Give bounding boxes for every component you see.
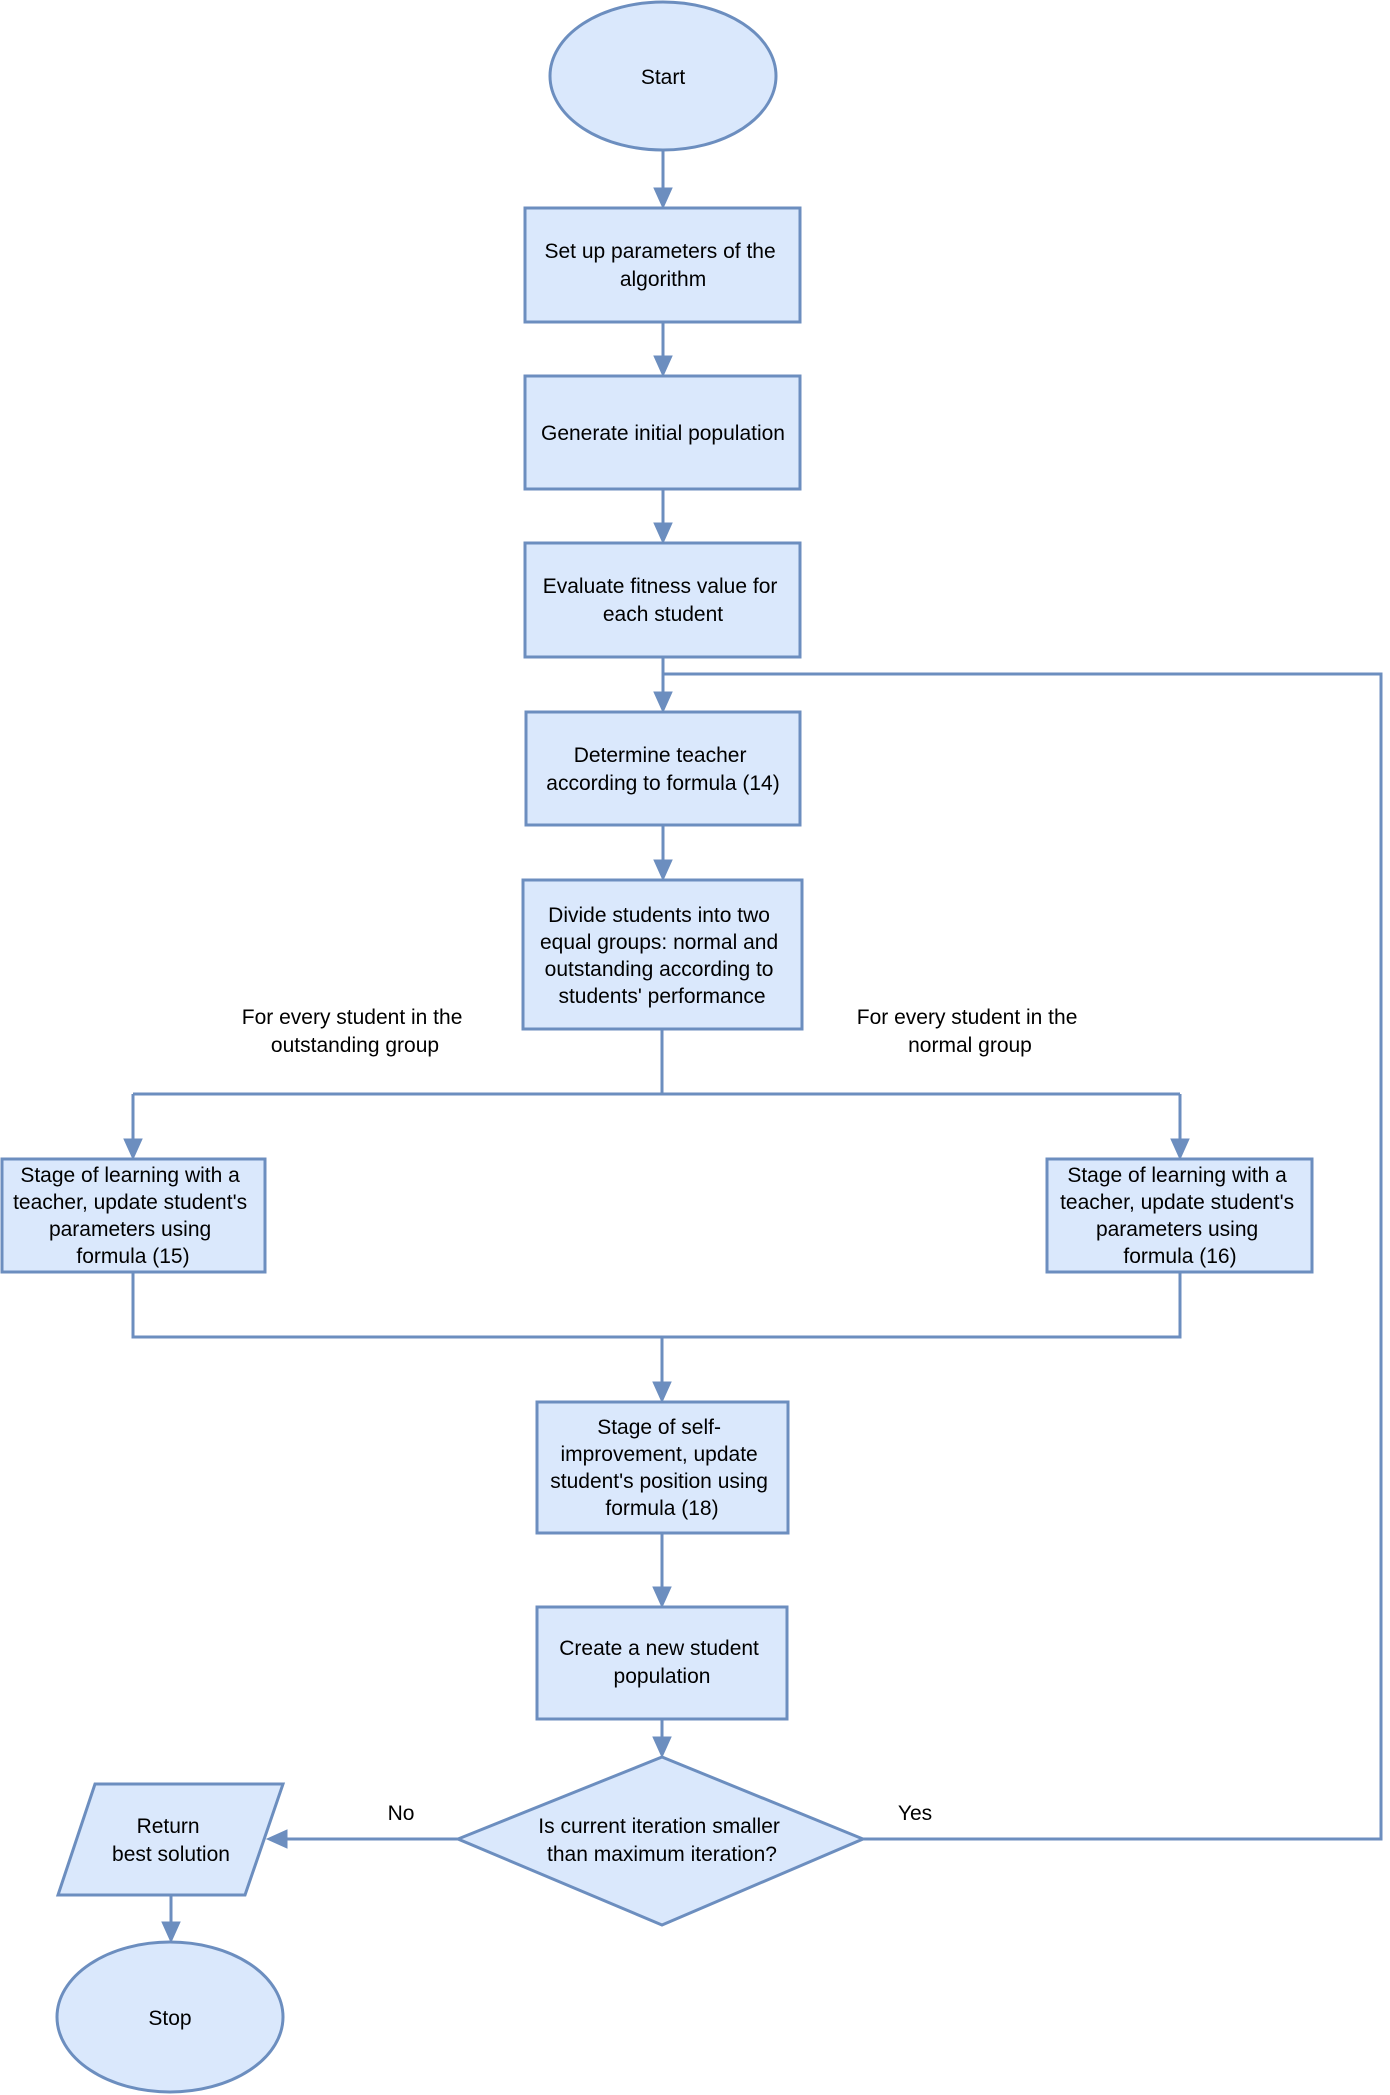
arrowhead-icon bbox=[652, 1381, 672, 1404]
node-label-line: students' performance bbox=[558, 985, 765, 1008]
node-label-line: Start bbox=[641, 66, 686, 89]
node-label: Stop bbox=[148, 2007, 191, 2030]
flowchart-canvas: Start Set up parameters of the algorithm… bbox=[0, 0, 1383, 2094]
node-evaluate: Evaluate fitness value for each student bbox=[523, 541, 802, 659]
arrowhead-icon bbox=[653, 355, 673, 378]
edge-stages-merge bbox=[131, 1272, 1182, 1390]
arrowhead-icon bbox=[652, 1736, 672, 1759]
arrowhead-icon bbox=[653, 187, 673, 210]
node-stop: Stop bbox=[55, 1940, 285, 2094]
node-label-line: outstanding according to bbox=[545, 958, 774, 981]
arrowhead-icon bbox=[652, 1586, 672, 1609]
branch-label-normal: For every student in the normal group bbox=[857, 1006, 1083, 1057]
node-label-line: improvement, update bbox=[560, 1443, 757, 1466]
arrowhead-icon bbox=[265, 1829, 288, 1849]
node-label-line: equal groups: normal and bbox=[540, 931, 778, 954]
process-box bbox=[523, 541, 802, 659]
arrowhead-icon bbox=[653, 859, 673, 882]
edge-label-line: For every student in the bbox=[857, 1006, 1078, 1029]
process-box bbox=[523, 206, 802, 324]
node-stage-normal: Stage of learning with a teacher, update… bbox=[1045, 1157, 1314, 1274]
node-label-line: Stage of self- bbox=[597, 1416, 721, 1439]
node-divide: Divide students into two equal groups: n… bbox=[521, 878, 804, 1031]
edge-label-line: normal group bbox=[908, 1034, 1032, 1057]
branch-label-outstanding: For every student in the outstanding gro… bbox=[242, 1006, 468, 1057]
node-generate: Generate initial population bbox=[523, 374, 802, 491]
node-setup: Set up parameters of the algorithm bbox=[523, 206, 802, 324]
node-label-line: Is current iteration smaller bbox=[538, 1815, 780, 1838]
node-label: Start bbox=[641, 66, 686, 89]
node-label-line: parameters using bbox=[1096, 1218, 1258, 1241]
decision-diamond bbox=[454, 1755, 867, 1927]
node-label-line: Determine teacher bbox=[574, 744, 747, 767]
node-label-line: Evaluate fitness value for bbox=[543, 575, 778, 598]
node-label-line: formula (18) bbox=[605, 1497, 718, 1520]
edge-label: For every student in the normal group bbox=[857, 1006, 1083, 1057]
node-start: Start bbox=[548, 0, 778, 152]
edge-label-yes: Yes bbox=[898, 1802, 932, 1825]
node-label-line: parameters using bbox=[49, 1218, 211, 1241]
edge-label-line: outstanding group bbox=[271, 1034, 439, 1057]
node-label-line: according to formula (14) bbox=[546, 772, 779, 795]
decision-label-yes: Yes bbox=[898, 1802, 932, 1825]
node-label-line: teacher, update student's bbox=[1060, 1191, 1294, 1214]
node-self-improve: Stage of self- improvement, update stude… bbox=[535, 1400, 790, 1535]
node-determine: Determine teacher according to formula (… bbox=[524, 710, 802, 827]
node-new-population: Create a new student population bbox=[535, 1605, 789, 1721]
node-label-line: each student bbox=[603, 603, 723, 626]
node-label-line: population bbox=[614, 1665, 711, 1688]
arrowhead-icon bbox=[123, 1138, 143, 1161]
output-parallelogram bbox=[55, 1782, 286, 1897]
node-label-line: than maximum iteration? bbox=[547, 1843, 777, 1866]
arrowhead-icon bbox=[653, 522, 673, 545]
node-label-line: Stage of learning with a bbox=[1067, 1164, 1287, 1187]
arrowhead-icon bbox=[653, 691, 673, 714]
edge-label: For every student in the outstanding gro… bbox=[242, 1006, 468, 1057]
arrowhead-icon bbox=[1170, 1138, 1190, 1161]
edge-label-no: No bbox=[388, 1802, 415, 1825]
node-label-line: Stop bbox=[148, 2007, 191, 2030]
arrowhead-icon bbox=[161, 1921, 181, 1944]
node-return: Return best solution bbox=[55, 1782, 286, 1897]
node-label-line: Divide students into two bbox=[548, 904, 770, 927]
node-label-line: Return bbox=[137, 1815, 200, 1838]
decision-label-no: No bbox=[388, 1802, 415, 1825]
node-label-line: Generate initial population bbox=[541, 422, 785, 445]
node-label-line: student's position using bbox=[550, 1470, 768, 1493]
edge-label-line: For every student in the bbox=[242, 1006, 463, 1029]
node-label: Generate initial population bbox=[541, 422, 785, 445]
node-label-line: Stage of learning with a bbox=[20, 1164, 240, 1187]
node-label-line: formula (15) bbox=[76, 1245, 189, 1268]
process-box bbox=[524, 710, 802, 827]
node-label-line: best solution bbox=[112, 1843, 230, 1866]
node-decision: Is current iteration smaller than maximu… bbox=[454, 1755, 867, 1927]
process-box bbox=[535, 1605, 789, 1721]
node-stage-outstanding: Stage of learning with a teacher, update… bbox=[0, 1157, 267, 1274]
node-label-line: Set up parameters of the bbox=[545, 240, 776, 263]
node-label-line: teacher, update student's bbox=[13, 1191, 247, 1214]
node-label-line: Create a new student bbox=[559, 1637, 759, 1660]
node-label-line: algorithm bbox=[620, 268, 706, 291]
node-label-line: formula (16) bbox=[1123, 1245, 1236, 1268]
